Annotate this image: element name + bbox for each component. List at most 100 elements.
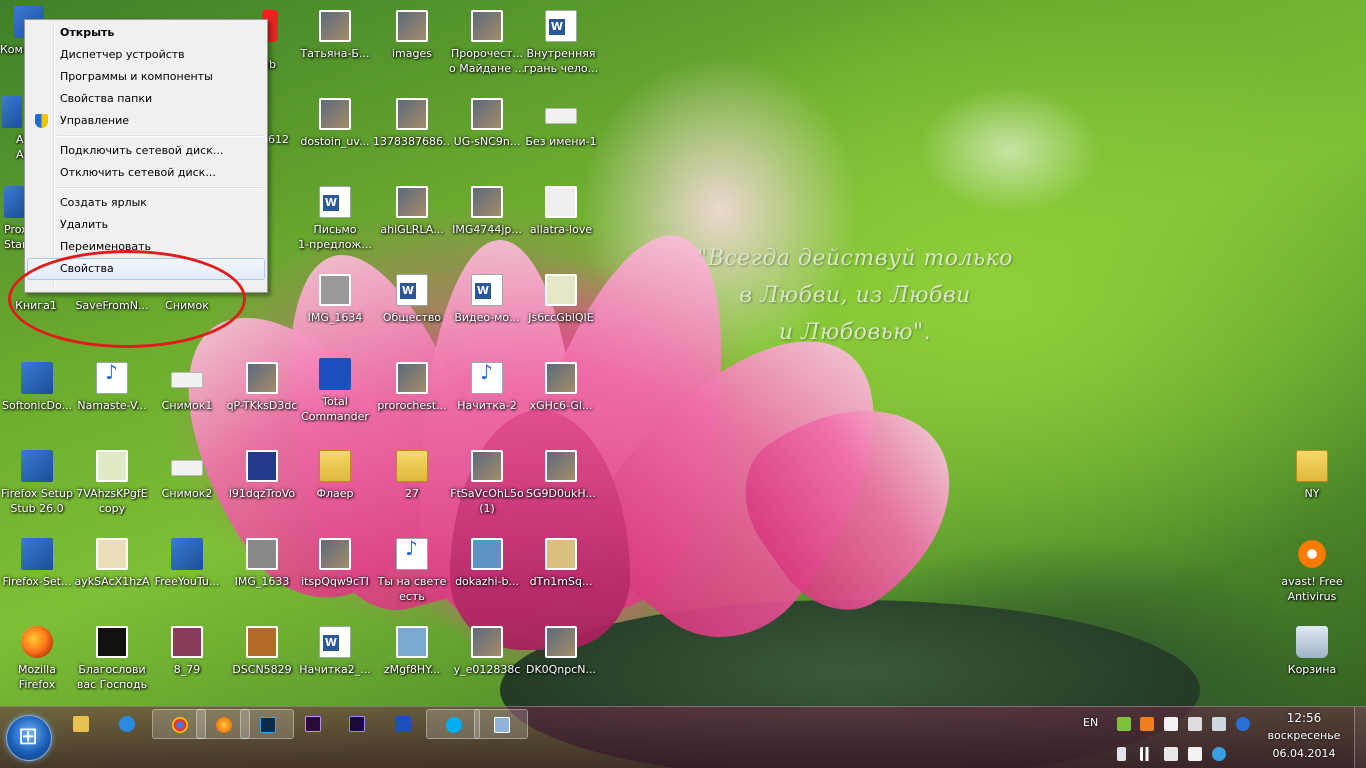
desktop-icon[interactable]: IMG_1634 bbox=[296, 274, 374, 325]
desktop-icon[interactable]: y_e012838c bbox=[448, 626, 526, 677]
skype-icon bbox=[446, 717, 462, 733]
desktop-icon[interactable]: itspQqw9cTI bbox=[296, 538, 374, 589]
volume-icon[interactable] bbox=[1164, 747, 1178, 761]
desktop-icon[interactable]: DSCN5829 bbox=[223, 626, 301, 677]
desktop-icon[interactable]: Ты на свете есть bbox=[373, 538, 451, 604]
menu-item-delete[interactable]: Удалить bbox=[27, 214, 265, 236]
annotation-ellipse bbox=[8, 250, 246, 348]
desktop-icon[interactable]: avast! Free Antivirus bbox=[1273, 538, 1351, 604]
icon-label: UG-sNC9n... bbox=[453, 135, 521, 148]
java-icon[interactable] bbox=[1140, 717, 1154, 731]
desktop-icon[interactable]: zMgf8HY... bbox=[373, 626, 451, 677]
icon-label: Prox Star bbox=[4, 223, 26, 251]
desktop-icon[interactable]: prorochest... bbox=[373, 362, 451, 413]
menu-item-programs[interactable]: Программы и компоненты bbox=[27, 66, 265, 88]
taskbar-button-skype[interactable] bbox=[426, 709, 480, 739]
desktop-icon[interactable]: Благослови вас Господь bbox=[73, 626, 151, 692]
desktop-icon[interactable]: Namaste-V... bbox=[73, 362, 151, 413]
bluetooth-icon[interactable] bbox=[1236, 717, 1250, 731]
battery-icon[interactable] bbox=[1117, 747, 1126, 761]
app-icon bbox=[4, 186, 24, 218]
desktop-icon[interactable]: Общество bbox=[373, 274, 451, 325]
desktop-icon[interactable]: Снимок2 bbox=[148, 450, 226, 501]
windows-start-icon[interactable] bbox=[6, 715, 52, 761]
desktop-icon[interactable]: IMG4744jp... bbox=[448, 186, 526, 237]
menu-item-manage[interactable]: Управление bbox=[27, 110, 265, 132]
icon-label: l91dqzTroVo bbox=[228, 487, 296, 500]
desktop-icon[interactable]: NY bbox=[1273, 450, 1351, 501]
desktop-icon[interactable]: Firefox Setup Stub 26.0 bbox=[0, 450, 76, 516]
desktop-icon[interactable]: 1378387686... bbox=[373, 98, 451, 149]
desktop-icon[interactable]: 27 bbox=[373, 450, 451, 501]
desktop-icon[interactable]: Начитка-2 bbox=[448, 362, 526, 413]
desktop-icon[interactable]: DK0QnpcN... bbox=[522, 626, 600, 677]
photo-icon bbox=[396, 10, 428, 42]
desktop-icon[interactable]: 612 bbox=[268, 96, 294, 147]
desktop-icon[interactable]: aykSAcX1hzA bbox=[73, 538, 151, 589]
desktop-icon[interactable]: 8_79 bbox=[148, 626, 226, 677]
desktop-icon[interactable]: Mozilla Firefox bbox=[0, 626, 76, 692]
desktop-icon[interactable]: Total Commander bbox=[296, 358, 374, 424]
desktop-icon[interactable]: FreeYouTu... bbox=[148, 538, 226, 589]
desktop-icon[interactable]: Татьяна-Б... bbox=[296, 10, 374, 61]
menu-item-disconnect-drive[interactable]: Отключить сетевой диск... bbox=[27, 162, 265, 184]
app-icon bbox=[2, 96, 22, 128]
photo-icon bbox=[471, 626, 503, 658]
desktop-icon[interactable]: dostoin_uv... bbox=[296, 98, 374, 149]
desktop-icon[interactable]: UG-sNC9n... bbox=[448, 98, 526, 149]
desktop-icon[interactable]: Внутренняя грань чело... bbox=[522, 10, 600, 76]
folder-icon bbox=[396, 450, 428, 482]
desktop-icon[interactable]: Начитка2_... bbox=[296, 626, 374, 677]
photo-icon bbox=[319, 10, 351, 42]
quote-line: в Любви, из Любви bbox=[739, 283, 971, 308]
desktop-icon[interactable]: 7VAhzsKPgfE copy bbox=[73, 450, 151, 516]
desktop-icon[interactable]: xGHc6-Gl... bbox=[522, 362, 600, 413]
desktop-icon[interactable]: qP-TKksD3dc bbox=[223, 362, 301, 413]
tray-network-icon[interactable] bbox=[1212, 717, 1226, 731]
desktop-icon[interactable]: IMG_1633 bbox=[223, 538, 301, 589]
mp3-file-icon bbox=[396, 538, 428, 570]
photo-icon bbox=[545, 450, 577, 482]
tray-green-icon[interactable] bbox=[1117, 717, 1131, 731]
icon-label: Внутренняя грань чело... bbox=[523, 47, 599, 75]
desktop-icon[interactable]: Без имени-1 bbox=[522, 98, 600, 149]
menu-item-map-drive[interactable]: Подключить сетевой диск... bbox=[27, 140, 265, 162]
desktop-icon[interactable]: Снимок1 bbox=[148, 362, 226, 413]
taskbar-button-total-commander[interactable] bbox=[376, 709, 430, 739]
desktop-icon[interactable]: l91dqzTroVo bbox=[223, 450, 301, 501]
signal-icon[interactable] bbox=[1140, 747, 1154, 761]
desktop-icon[interactable]: ahiGLRLA... bbox=[373, 186, 451, 237]
taskbar-button-app[interactable] bbox=[474, 709, 528, 739]
flag-icon[interactable] bbox=[1188, 747, 1202, 761]
desktop-icon[interactable]: allatra-love bbox=[522, 186, 600, 237]
desktop-icon[interactable]: Флаер bbox=[296, 450, 374, 501]
tray-doc-icon[interactable] bbox=[1164, 717, 1178, 731]
desktop-icon[interactable]: dTn1mSq... bbox=[522, 538, 600, 589]
desktop-icon[interactable]: Корзина bbox=[1273, 626, 1351, 677]
desktop-icon[interactable]: Prox Star bbox=[0, 186, 26, 252]
icon-label: images bbox=[392, 47, 432, 60]
menu-item-folder-options[interactable]: Свойства папки bbox=[27, 88, 265, 110]
desktop-icon[interactable]: Письмо 1-предлож... bbox=[296, 186, 374, 252]
desktop-icon[interactable]: SoftonicDo... bbox=[0, 362, 76, 413]
tray-app-icon[interactable] bbox=[1212, 747, 1226, 761]
desktop-icon[interactable]: Пророчест... о Майдане ... bbox=[448, 10, 526, 76]
desktop-icon[interactable]: dokazhi-b... bbox=[448, 538, 526, 589]
show-desktop-button[interactable] bbox=[1354, 707, 1366, 768]
menu-item-create-shortcut[interactable]: Создать ярлык bbox=[27, 192, 265, 214]
taskbar-button-ie[interactable] bbox=[100, 709, 154, 739]
desktop-icon-computer[interactable]: Ком bbox=[0, 6, 44, 57]
menu-item-open[interactable]: Открыть bbox=[27, 22, 265, 44]
desktop-icon[interactable]: Firefox-Set... bbox=[0, 538, 76, 589]
desktop-icon[interactable]: images bbox=[373, 10, 451, 61]
language-indicator[interactable]: EN bbox=[1083, 716, 1098, 729]
desktop-icon[interactable]: SG9D0ukH... bbox=[522, 450, 600, 501]
desktop-icon[interactable]: Видео-мо... bbox=[448, 274, 526, 325]
tray-sync-icon[interactable] bbox=[1188, 717, 1202, 731]
desktop-icon[interactable]: Js6ccGblQIE bbox=[522, 274, 600, 325]
menu-item-device-manager[interactable]: Диспетчер устройств bbox=[27, 44, 265, 66]
clock[interactable]: 12:56 воскресенье 06.04.2014 bbox=[1260, 709, 1348, 763]
total-commander-icon bbox=[395, 716, 411, 732]
desktop-icon[interactable]: A A bbox=[0, 96, 24, 162]
desktop-icon[interactable]: FtSaVcOhL5o (1) bbox=[448, 450, 526, 516]
